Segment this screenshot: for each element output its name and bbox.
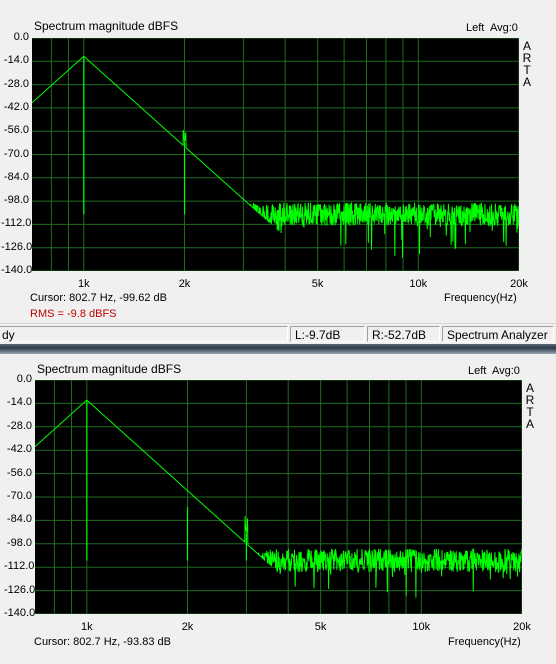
spectrum-trace: [35, 399, 522, 598]
chart-svg: [35, 380, 522, 614]
status-text: dy: [0, 326, 288, 342]
cursor-readout: Cursor: 802.7 Hz, -93.83 dB: [34, 636, 171, 648]
y-tick-label: -140.0: [4, 607, 36, 619]
avg-label: Avg:0: [490, 22, 518, 34]
spectrum-plot[interactable]: [35, 380, 522, 614]
y-tick-label: -70.0: [3, 147, 29, 160]
y-tick-label: -112.0: [4, 560, 35, 573]
x-tick-label: 5k: [314, 621, 327, 633]
x-tick-label: 10k: [409, 278, 428, 290]
y-tick-label: -14.0: [3, 54, 29, 67]
avg-label: Avg:0: [492, 365, 520, 377]
x-tick-label: 2k: [178, 278, 191, 290]
y-tick-label: -56.0: [3, 124, 29, 137]
status-bar: dy L:-9.7dB R:-52.7dB Spectrum Analyzer: [0, 323, 556, 344]
window-divider: [0, 344, 556, 354]
x-tick-label: 1k: [78, 278, 90, 290]
cursor-readout: Cursor: 802.7 Hz, -99.62 dB: [30, 292, 167, 304]
x-tick-label: 20k: [513, 621, 531, 633]
channel-label: Left: [468, 365, 487, 377]
x-tick-label: 10k: [412, 621, 431, 633]
mode-indicator: Spectrum Analyzer: [442, 326, 554, 342]
arta-letter: A: [522, 75, 531, 89]
x-axis-label: Frequency(Hz): [444, 292, 517, 304]
spectrum-plot[interactable]: [32, 38, 519, 271]
spectrum-trace: [32, 55, 519, 258]
x-tick-label: 2k: [181, 621, 194, 633]
y-tick-label: 0.0: [13, 31, 29, 43]
y-tick-label: -84.0: [3, 170, 29, 183]
y-tick-label: -98.0: [3, 194, 29, 207]
y-tick-label: -70.0: [6, 490, 32, 502]
x-tick-label: 20k: [510, 278, 528, 290]
x-axis-label: Frequency(Hz): [448, 636, 521, 648]
y-tick-label: -56.0: [6, 466, 32, 479]
channel-label: Left: [466, 22, 485, 34]
chart-title: Spectrum magnitude dBFS: [34, 19, 179, 33]
arta-letter: A: [525, 417, 534, 431]
x-tick-label: 1k: [81, 621, 93, 633]
spectrum-panel-bottom: Spectrum magnitude dBFS Left Avg:0 A R T…: [0, 354, 556, 664]
x-tick-label: 5k: [311, 278, 324, 290]
chart-svg: [32, 38, 519, 271]
arta-logo: A R T A: [524, 382, 536, 430]
y-tick-label: -112.0: [1, 217, 32, 230]
y-tick-label: -126.0: [4, 583, 36, 596]
y-tick-label: 0.0: [16, 373, 32, 385]
rms-readout: RMS = -9.8 dBFS: [30, 308, 117, 320]
y-tick-label: -140.0: [1, 264, 33, 276]
y-tick-label: -84.0: [6, 513, 32, 526]
left-level-indicator: L:-9.7dB: [290, 326, 365, 342]
y-tick-label: -14.0: [6, 396, 32, 409]
chart-title: Spectrum magnitude dBFS: [37, 362, 182, 376]
y-tick-label: -98.0: [6, 536, 32, 549]
y-tick-label: -42.0: [3, 100, 29, 113]
right-level-indicator: R:-52.7dB: [367, 326, 440, 342]
arta-logo: A R T A: [521, 40, 533, 88]
y-tick-label: -28.0: [6, 419, 32, 432]
spectrum-panel-top: Spectrum magnitude dBFS Left Avg:0 A R T…: [0, 0, 556, 322]
y-tick-label: -42.0: [6, 443, 32, 456]
y-tick-label: -126.0: [1, 240, 33, 253]
y-tick-label: -28.0: [3, 77, 29, 90]
